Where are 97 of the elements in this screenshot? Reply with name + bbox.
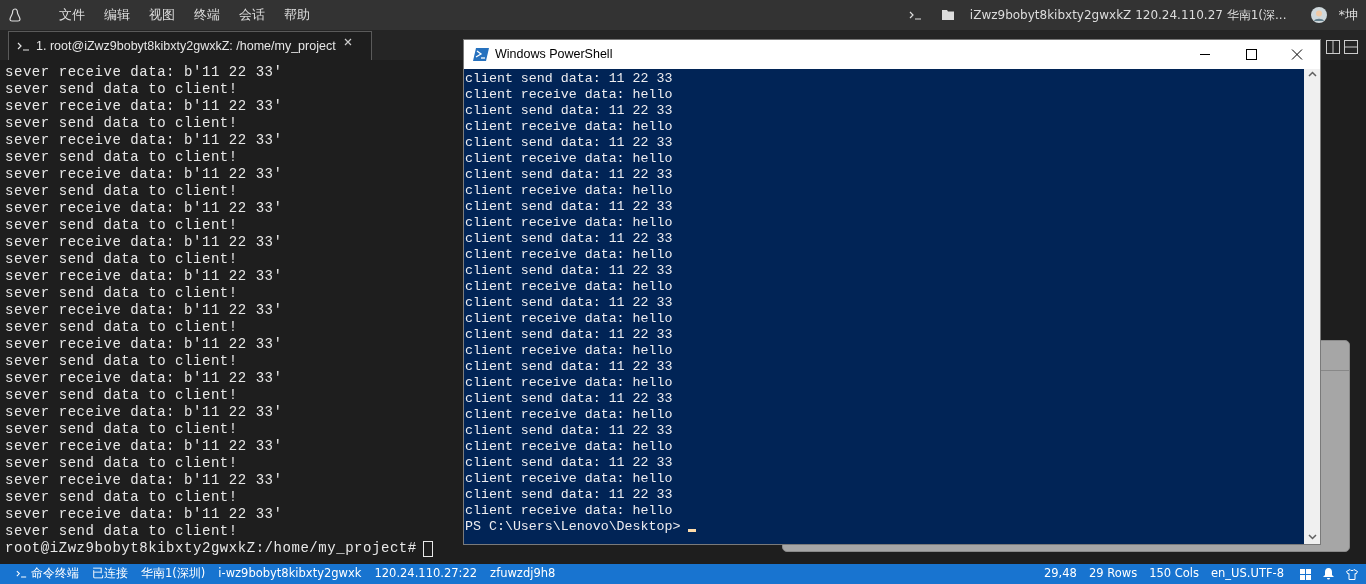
folder-icon[interactable] (941, 10, 954, 20)
cursor (688, 529, 697, 532)
console-line: client send data: 11 22 33 (465, 199, 673, 215)
terminal-prompt: root@iZwz9bobyt8kibxty2gwxkZ:/home/my_project# (5, 540, 417, 557)
scroll-down-icon[interactable] (1307, 534, 1317, 540)
terminal-icon (16, 570, 27, 578)
console-prompt: PS C:\Users\Lenovo\Desktop> (465, 519, 681, 535)
terminal-line: sever receive data: b'11 22 33' (5, 438, 283, 455)
close-icon[interactable] (343, 38, 352, 46)
terminal-icon (908, 10, 922, 20)
console-line: client send data: 11 22 33 (465, 231, 673, 247)
console-line: client receive data: hello (465, 311, 673, 327)
terminal-line: sever receive data: b'11 22 33' (5, 200, 283, 217)
status-text: 120.24.110.27:22 (374, 565, 478, 583)
console-line: client receive data: hello (465, 87, 673, 103)
menu-item[interactable]: 视图 (149, 5, 175, 25)
console-line: client send data: 11 22 33 (465, 423, 673, 439)
terminal-line: sever send data to client! (5, 149, 238, 166)
grid-icon[interactable] (1300, 568, 1311, 580)
terminal-line: sever send data to client! (5, 81, 238, 98)
scroll-up-icon[interactable] (1307, 71, 1317, 77)
status-text: en_US.UTF-8 (1211, 565, 1284, 583)
terminal-line: sever receive data: b'11 22 33' (5, 166, 283, 183)
console-line: client send data: 11 22 33 (465, 391, 673, 407)
terminal-line: sever send data to client! (5, 455, 238, 472)
terminal-line: sever receive data: b'11 22 33' (5, 234, 283, 251)
cursor (422, 540, 433, 557)
terminal-icon (17, 41, 30, 51)
user-name: *坤 (1338, 6, 1358, 25)
status-text: 已连接 (92, 565, 128, 583)
server-info: iZwz9bobyt8kibxty2gwxkZ 120.24.110.27 华南1(深... (969, 7, 1287, 24)
terminal-line: sever receive data: b'11 22 33' (5, 404, 283, 421)
terminal-line: sever receive data: b'11 22 33' (5, 132, 283, 149)
menu-item[interactable]: 文件 (59, 5, 85, 25)
terminal-line: sever send data to client! (5, 421, 238, 438)
bell-icon[interactable] (1323, 568, 1334, 580)
terminal-line: sever send data to client! (5, 523, 238, 540)
terminal-line: sever receive data: b'11 22 33' (5, 336, 283, 353)
terminal-line: sever receive data: b'11 22 33' (5, 506, 283, 523)
console-line: client receive data: hello (465, 215, 673, 231)
terminal-line: sever send data to client! (5, 489, 238, 506)
console-line: client receive data: hello (465, 247, 673, 263)
avatar-icon[interactable] (1310, 7, 1327, 23)
terminal-line: sever send data to client! (5, 115, 238, 132)
console-line: client send data: 11 22 33 (465, 167, 673, 183)
split-horizontal-icon[interactable] (1344, 40, 1358, 54)
window-title: Windows PowerShell (495, 46, 613, 64)
terminal-line: sever receive data: b'11 22 33' (5, 472, 283, 489)
terminal-line: sever receive data: b'11 22 33' (5, 64, 283, 81)
scrollbar[interactable] (1304, 69, 1320, 544)
status-text: zfuwzdj9h8 (490, 565, 556, 583)
console-line: client send data: 11 22 33 (465, 135, 673, 151)
terminal-line: sever receive data: b'11 22 33' (5, 98, 283, 115)
terminal-line: sever receive data: b'11 22 33' (5, 302, 283, 319)
menu-item[interactable]: 帮助 (284, 5, 310, 25)
powershell-icon (473, 48, 489, 61)
console-line: client send data: 11 22 33 (465, 103, 673, 119)
menu-item[interactable]: 会话 (239, 5, 265, 25)
status-text: i-wz9bobyt8kibxty2gwxk (218, 565, 362, 583)
terminal-line: sever send data to client! (5, 251, 238, 268)
terminal-line: sever send data to client! (5, 183, 238, 200)
terminal-line: sever send data to client! (5, 285, 238, 302)
menu-item[interactable]: 编辑 (104, 5, 130, 25)
split-vertical-icon[interactable] (1326, 40, 1340, 54)
menu-item[interactable]: 终端 (194, 5, 220, 25)
console-line: client receive data: hello (465, 119, 673, 135)
console-line: client send data: 11 22 33 (465, 327, 673, 343)
terminal-line: sever receive data: b'11 22 33' (5, 268, 283, 285)
terminal-tab[interactable]: 1. root@iZwz9bobyt8kibxty2gwxkZ: /home/my_project (8, 31, 372, 60)
console-line: client receive data: hello (465, 343, 673, 359)
status-text: 命令终端 (31, 565, 79, 583)
terminal-line: sever send data to client! (5, 353, 238, 370)
console-line: client receive data: hello (465, 375, 673, 391)
console-line: client send data: 11 22 33 (465, 487, 673, 503)
terminal-line: sever send data to client! (5, 387, 238, 404)
linux-icon[interactable] (9, 8, 21, 22)
console-line: client receive data: hello (465, 407, 673, 423)
terminal-line: sever receive data: b'11 22 33' (5, 370, 283, 387)
console-line: client receive data: hello (465, 151, 673, 167)
console-line: client receive data: hello (465, 503, 673, 519)
terminal-line: sever send data to client! (5, 319, 238, 336)
status-text: 29,48 (1044, 565, 1077, 583)
status-text: 29 Rows (1088, 565, 1138, 583)
console-line: client send data: 11 22 33 (465, 71, 673, 87)
console-line: client send data: 11 22 33 (465, 295, 673, 311)
console-line: client send data: 11 22 33 (465, 359, 673, 375)
console-line: client send data: 11 22 33 (465, 455, 673, 471)
shirt-icon[interactable] (1346, 568, 1358, 580)
console-line: client receive data: hello (465, 279, 673, 295)
console-line: client receive data: hello (465, 183, 673, 199)
tab-title: 1. root@iZwz9bobyt8kibxty2gwxkZ: /home/my_project (36, 37, 336, 55)
console-line: client receive data: hello (465, 439, 673, 455)
terminal-line: sever send data to client! (5, 217, 238, 234)
console-line: client receive data: hello (465, 471, 673, 487)
status-text: 华南1(深圳) (141, 565, 206, 583)
status-text: 150 Cols (1149, 565, 1199, 583)
console-line: client send data: 11 22 33 (465, 263, 673, 279)
